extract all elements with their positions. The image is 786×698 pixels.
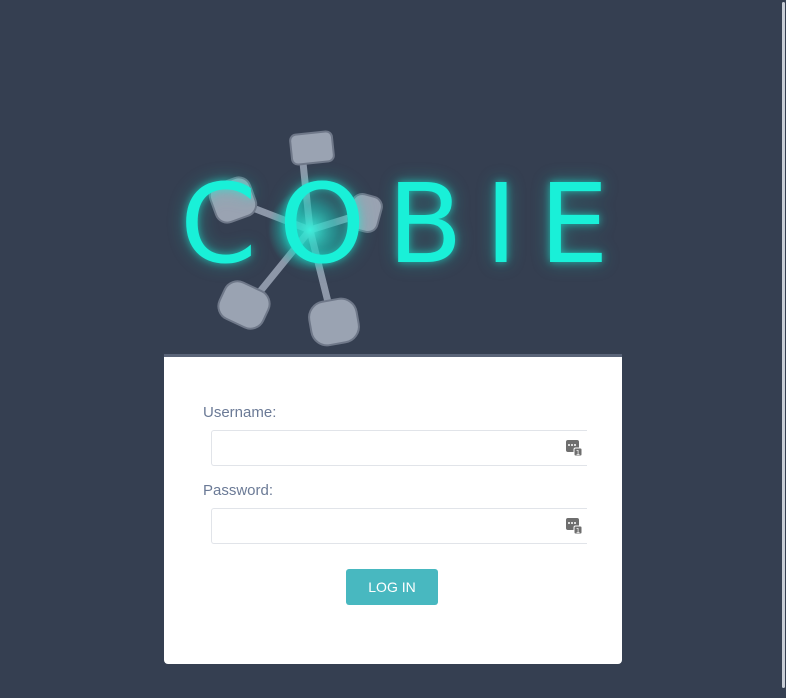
scrollbar[interactable] <box>780 0 786 698</box>
login-form: Username: 1 Password: 1 LOG IN <box>164 354 622 664</box>
svg-text:1: 1 <box>576 527 580 534</box>
cobie-logo: COBIE <box>170 125 609 355</box>
password-input[interactable] <box>211 508 587 544</box>
password-label: Password: <box>203 482 274 499</box>
svg-text:1: 1 <box>576 449 580 456</box>
scrollbar-thumb[interactable] <box>782 2 785 688</box>
login-page: COBIE Username: 1 Password: 1 LOG IN <box>0 0 786 698</box>
password-manager-key-icon[interactable]: 1 <box>566 440 582 456</box>
password-manager-key-icon[interactable]: 1 <box>566 518 582 534</box>
logo-text: COBIE <box>180 160 631 288</box>
login-button[interactable]: LOG IN <box>346 569 438 605</box>
username-label: Username: <box>203 404 277 421</box>
username-input[interactable] <box>211 430 587 466</box>
